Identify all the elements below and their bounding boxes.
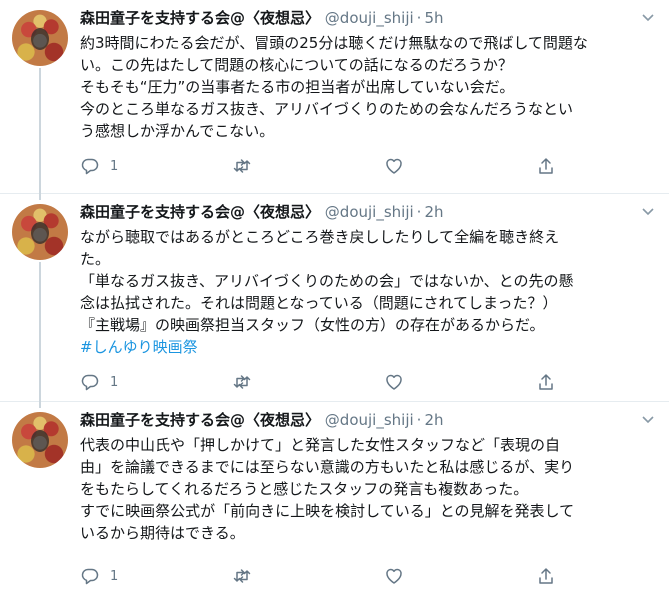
thread-connector — [39, 262, 41, 402]
retweet-button[interactable] — [232, 372, 262, 392]
timestamp[interactable]: 5h — [424, 9, 443, 27]
heart-icon — [386, 158, 402, 174]
retweet-button[interactable] — [232, 566, 262, 586]
tweet[interactable]: 森田童子を支持する会@〈夜想忌〉 @douji_shiji · 2h 代表の中山氏や… — [0, 402, 669, 599]
reply-button[interactable]: 1 — [80, 372, 118, 392]
share-button[interactable] — [536, 156, 556, 176]
tweet-text-line: 『主戦場』の映画祭担当スタッフ（女性の方）の存在があるからだ。 — [80, 316, 545, 334]
tweet-text-line: 約3時間にわたる会だが、冒頭の25分は聴くだけ無駄なので飛ばして問題な — [80, 34, 588, 52]
avatar[interactable] — [12, 204, 68, 260]
retweet-icon — [233, 569, 251, 583]
tweet-text-line: 念は払拭された。それは問題となっている（問題にされてしまった？） — [80, 294, 558, 312]
timestamp[interactable]: 2h — [424, 203, 443, 221]
tweet[interactable]: 森田童子を支持する会@〈夜想忌〉 @douji_shiji · 2h ながら聴取では… — [0, 194, 669, 402]
separator-dot: · — [416, 411, 422, 429]
heart-icon — [386, 568, 402, 584]
like-button[interactable] — [384, 156, 414, 176]
share-button[interactable] — [536, 566, 556, 586]
tweet-text-line: いるから期待はできる。 — [80, 524, 245, 542]
thread-connector — [39, 402, 41, 408]
like-button[interactable] — [384, 566, 414, 586]
timestamp[interactable]: 2h — [424, 411, 443, 429]
avatar[interactable] — [12, 10, 68, 66]
tweet-text-line: をもたらしてくれるだろうと感じたスタッフの発言も複数あった。 — [80, 480, 529, 498]
display-name[interactable]: 森田童子を支持する会@〈夜想忌〉 — [80, 203, 320, 221]
tweet-text: 代表の中山氏や「押しかけて」と発言した女性スタッフなど「表現の自 由」を論議でき… — [80, 434, 660, 544]
hashtag-link[interactable]: #しんゆり映画祭 — [80, 338, 198, 356]
tweet-text-line: 今のところ単なるガス抜き、アリバイづくりのための会なんだろうなとい — [80, 100, 574, 118]
reply-icon — [81, 374, 99, 391]
user-handle[interactable]: @douji_shiji — [325, 203, 414, 221]
tweet-text-line: すでに映画祭公式が「前向きに上映を検討している」との見解を発表して — [80, 502, 575, 520]
tweet-text-line: い。この先はたして問題の核心についての話になるのだろうか？ — [80, 56, 513, 74]
retweet-button[interactable] — [232, 156, 262, 176]
share-icon — [539, 374, 553, 390]
thread-connector — [39, 68, 41, 194]
thread-connector — [39, 194, 41, 200]
avatar[interactable] — [12, 412, 68, 468]
tweet[interactable]: 森田童子を支持する会@〈夜想忌〉 @douji_shiji · 5h 約3時間にわた… — [0, 0, 669, 194]
tweet-text: 約3時間にわたる会だが、冒頭の25分は聴くだけ無駄なので飛ばして問題な い。この… — [80, 32, 660, 142]
reply-icon — [81, 158, 99, 175]
tweet-text-line: 由」を論議できるまでには至らない意識の方もいたと私は感じるが、実り — [80, 458, 575, 476]
heart-icon — [386, 374, 402, 390]
tweet-text: ながら聴取ではあるがところどころ巻き戻ししたりして全編を聴き終え た。 「単なる… — [80, 226, 660, 358]
retweet-icon — [233, 375, 251, 389]
tweet-header: 森田童子を支持する会@〈夜想忌〉 @douji_shiji · 2h — [80, 410, 444, 430]
tweet-header: 森田童子を支持する会@〈夜想忌〉 @douji_shiji · 2h — [80, 202, 444, 222]
reply-count: 1 — [110, 374, 119, 390]
share-icon — [539, 568, 553, 584]
user-handle[interactable]: @douji_shiji — [325, 9, 414, 27]
tweet-header: 森田童子を支持する会@〈夜想忌〉 @douji_shiji · 5h — [80, 8, 444, 28]
chevron-down-icon[interactable] — [641, 204, 655, 218]
reply-count: 1 — [110, 158, 119, 174]
share-button[interactable] — [536, 372, 556, 392]
display-name[interactable]: 森田童子を支持する会@〈夜想忌〉 — [80, 411, 320, 429]
chevron-down-icon[interactable] — [641, 10, 655, 24]
retweet-icon — [233, 159, 251, 173]
reply-button[interactable]: 1 — [80, 566, 118, 586]
like-button[interactable] — [384, 372, 414, 392]
reply-icon — [81, 568, 99, 585]
separator-dot: · — [416, 9, 422, 27]
chevron-down-icon[interactable] — [641, 412, 655, 426]
tweet-text-line: 「単なるガス抜き、アリバイづくりのための会」ではないか、との先の懸 — [80, 272, 574, 290]
tweet-text-line: た。 — [80, 250, 111, 268]
tweet-text-line: 代表の中山氏や「押しかけて」と発言した女性スタッフなど「表現の自 — [80, 436, 561, 454]
reply-button[interactable]: 1 — [80, 156, 118, 176]
display-name[interactable]: 森田童子を支持する会@〈夜想忌〉 — [80, 9, 320, 27]
user-handle[interactable]: @douji_shiji — [325, 411, 414, 429]
tweet-text-line: そもそも“圧力”の当事者たる市の担当者が出席していない会だ。 — [80, 78, 515, 96]
tweet-text-line: う感想しか浮かんでこない。 — [80, 122, 275, 140]
reply-count: 1 — [110, 568, 119, 584]
tweet-text-line: ながら聴取ではあるがところどころ巻き戻ししたりして全編を聴き終え — [80, 228, 560, 246]
share-icon — [539, 158, 553, 174]
separator-dot: · — [416, 203, 422, 221]
